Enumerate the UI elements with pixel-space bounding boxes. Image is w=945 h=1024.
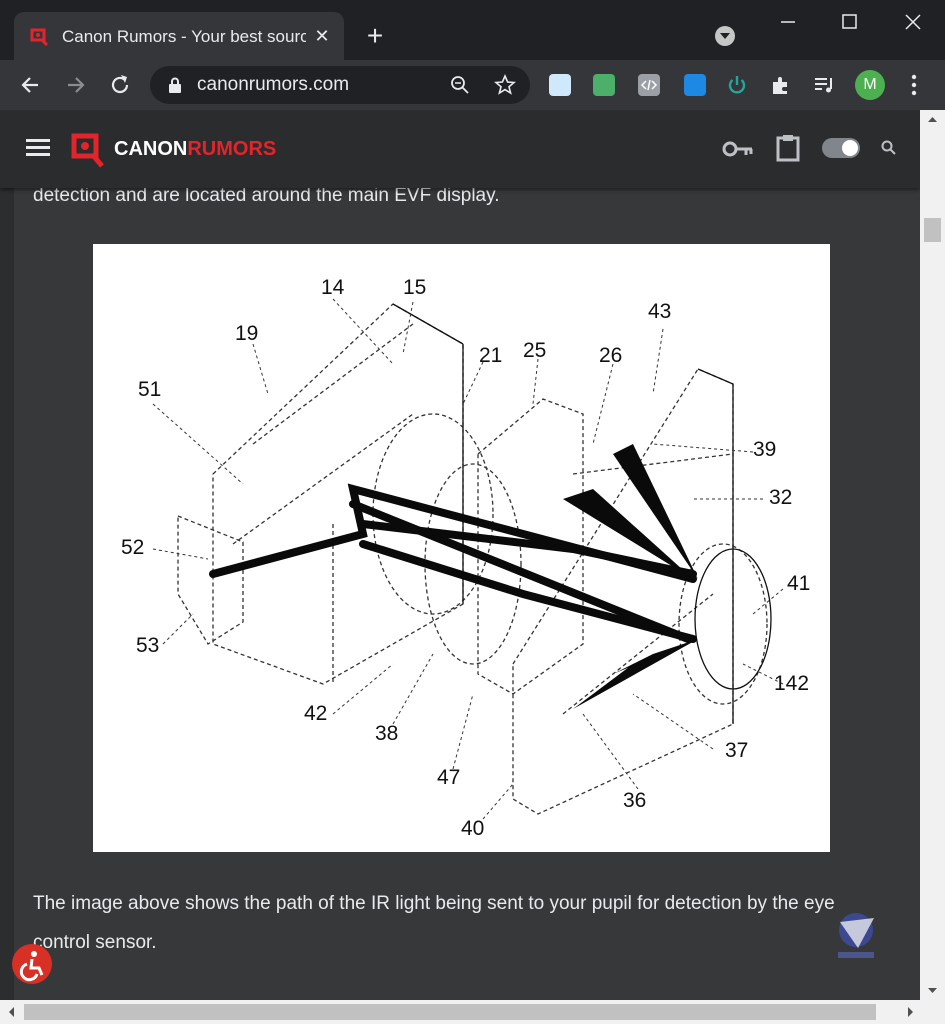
watermark-logo-icon <box>838 913 874 958</box>
canon-rumors-logo-icon <box>71 133 104 168</box>
reload-icon[interactable] <box>105 70 135 100</box>
extension-notes-icon[interactable] <box>549 74 571 96</box>
close-window-button[interactable] <box>895 8 931 36</box>
patent-figure: 14 15 19 21 25 26 43 51 39 32 52 41 53 1… <box>93 244 830 852</box>
close-icon <box>905 14 921 30</box>
address-bar[interactable]: canonrumors.com <box>150 66 530 104</box>
figure-label: 43 <box>648 300 672 323</box>
lock-icon <box>169 77 181 93</box>
patent-diagram <box>152 298 784 820</box>
wheelchair-icon <box>19 951 44 982</box>
back-arrow-icon[interactable] <box>16 70 46 100</box>
hamburger-menu-icon[interactable] <box>26 139 50 157</box>
figure-label: 25 <box>523 339 547 362</box>
tab-title: Canon Rumors - Your best source <box>62 27 306 46</box>
more-menu-icon[interactable] <box>904 72 924 98</box>
figure-label: 47 <box>437 766 461 789</box>
code-icon <box>640 79 658 91</box>
search-icon[interactable] <box>881 140 897 156</box>
figure-label: 19 <box>235 322 259 345</box>
tab-close-button[interactable]: ✕ <box>312 26 332 46</box>
horizontal-scrollbar[interactable] <box>0 1000 945 1024</box>
power-extension-icon[interactable] <box>726 74 748 96</box>
key-icon[interactable] <box>722 138 754 160</box>
maximize-icon <box>842 14 857 29</box>
vertical-scrollbar[interactable] <box>920 110 945 1004</box>
canon-rumors-favicon-icon <box>30 28 49 46</box>
browser-toolbar: canonrumors.com M <box>0 60 945 110</box>
scroll-up-arrow-icon[interactable] <box>920 112 945 126</box>
maximize-button[interactable] <box>832 8 868 36</box>
clipboard-icon[interactable] <box>776 134 800 162</box>
figure-label: 39 <box>753 438 777 461</box>
figure-label: 40 <box>461 817 485 840</box>
figure-label: 36 <box>623 789 647 812</box>
vertical-scroll-thumb[interactable] <box>924 218 941 242</box>
extensions-puzzle-icon[interactable] <box>770 74 792 96</box>
site-logo[interactable]: CANONRUMORS <box>70 132 280 168</box>
scroll-right-arrow-icon[interactable] <box>904 1000 918 1024</box>
profile-avatar[interactable]: M <box>855 70 885 100</box>
figure-label: 42 <box>304 702 328 725</box>
figure-label: 32 <box>769 486 793 509</box>
article-paragraph-bottom-line-1: The image above shows the path of the IR… <box>33 893 835 914</box>
forward-arrow-icon[interactable] <box>60 70 90 100</box>
figure-label: 21 <box>479 344 503 367</box>
browser-tab[interactable]: Canon Rumors - Your best source ✕ <box>14 12 344 60</box>
figure-label: 51 <box>138 378 162 401</box>
media-playlist-icon[interactable] <box>813 74 835 96</box>
web-page: detection and are located around the mai… <box>0 110 945 1024</box>
figure-label: 52 <box>121 536 145 559</box>
bookmark-star-icon[interactable] <box>494 74 516 96</box>
dark-mode-toggle[interactable] <box>822 138 860 158</box>
tab-strip: Canon Rumors - Your best source ✕ + <box>0 0 945 60</box>
figure-label: 14 <box>321 276 345 299</box>
zoom-icon[interactable] <box>450 75 470 95</box>
logo-wordmark: CANONRUMORS <box>114 138 277 160</box>
extension-mail-icon[interactable] <box>593 74 615 96</box>
article-paragraph-bottom-line-2: control sensor. <box>33 932 157 953</box>
new-tab-button[interactable]: + <box>362 22 388 50</box>
figure-label: 26 <box>599 344 623 367</box>
scroll-down-arrow-icon[interactable] <box>920 984 945 998</box>
accessibility-button[interactable] <box>12 944 52 984</box>
minimize-icon <box>781 21 795 23</box>
figure-label: 53 <box>136 634 160 657</box>
figure-label: 142 <box>774 672 810 695</box>
url-text: canonrumors.com <box>197 74 350 95</box>
scroll-left-arrow-icon[interactable] <box>4 1000 18 1024</box>
extension-share-icon[interactable] <box>684 74 706 96</box>
figure-label: 37 <box>725 739 749 762</box>
extension-code-icon[interactable] <box>638 74 660 96</box>
figure-label: 15 <box>403 276 427 299</box>
figure-label: 41 <box>787 572 811 595</box>
figure-label: 38 <box>375 722 399 745</box>
site-header: CANONRUMORS <box>0 110 920 188</box>
horizontal-scroll-thumb[interactable] <box>24 1004 876 1020</box>
tab-search-button[interactable] <box>715 26 735 46</box>
minimize-button[interactable] <box>770 8 806 36</box>
